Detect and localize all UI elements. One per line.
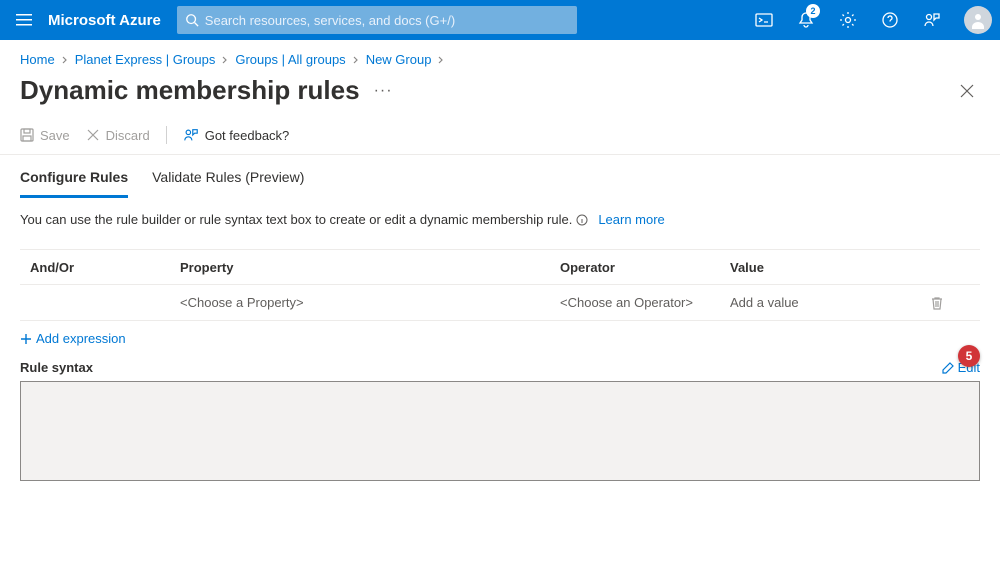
discard-button[interactable]: Discard [86,128,150,143]
chevron-right-icon [221,56,229,64]
description-row: You can use the rule builder or rule syn… [0,198,1000,233]
search-input[interactable] [205,13,569,28]
topbar: Microsoft Azure 2 [0,0,1000,40]
topbar-icon-group: 2 [744,0,992,40]
tab-validate-rules[interactable]: Validate Rules (Preview) [152,169,304,197]
table-row: <Choose a Property> <Choose an Operator>… [20,285,980,321]
save-button[interactable]: Save [20,128,70,143]
search-icon [185,13,199,27]
close-blade-button[interactable] [954,78,980,104]
close-icon [960,84,974,98]
notifications-button[interactable]: 2 [786,0,826,40]
breadcrumb-item-home[interactable]: Home [20,52,55,67]
operator-dropdown[interactable]: <Choose an Operator> [560,295,730,310]
feedback-link[interactable]: Got feedback? [183,127,290,143]
annotation-badge: 5 [958,345,980,367]
chevron-right-icon [61,56,69,64]
page-header: Dynamic membership rules ··· [0,71,1000,118]
learn-more-link[interactable]: Learn more [598,212,664,227]
value-input[interactable]: Add a value [730,295,930,310]
command-separator [166,126,167,144]
rule-builder-table: And/Or Property Operator Value <Choose a… [20,249,980,321]
plus-icon [20,333,32,345]
person-feedback-icon [923,11,941,29]
notification-badge: 2 [806,4,820,18]
th-value: Value [730,260,930,275]
rule-syntax-header: Rule syntax Edit [0,356,1000,379]
tab-configure-rules[interactable]: Configure Rules [20,169,128,198]
tabs: Configure Rules Validate Rules (Preview) [0,155,1000,198]
th-andor: And/Or [30,260,180,275]
page-title: Dynamic membership rules [20,75,360,106]
description-text: You can use the rule builder or rule syn… [20,212,572,227]
breadcrumb-item-planet-express[interactable]: Planet Express | Groups [75,52,216,67]
th-property: Property [180,260,560,275]
save-label: Save [40,128,70,143]
settings-button[interactable] [828,0,868,40]
delete-row-button[interactable] [930,296,970,310]
rule-syntax-title: Rule syntax [20,360,942,375]
cloud-shell-button[interactable] [744,0,784,40]
user-avatar[interactable] [964,6,992,34]
discard-icon [86,128,100,142]
rule-syntax-textarea[interactable] [20,381,980,481]
trash-icon [930,296,944,310]
help-icon [881,11,899,29]
feedback-label: Got feedback? [205,128,290,143]
avatar-icon [969,11,987,29]
breadcrumb-item-new-group[interactable]: New Group [366,52,432,67]
gear-icon [839,11,857,29]
command-bar: Save Discard Got feedback? [0,118,1000,155]
save-icon [20,128,34,142]
add-expression-label: Add expression [36,331,126,346]
help-button[interactable] [870,0,910,40]
hamburger-icon [16,12,32,28]
discard-label: Discard [106,128,150,143]
info-icon[interactable] [576,214,588,226]
more-actions-button[interactable]: ··· [374,82,393,100]
table-header-row: And/Or Property Operator Value [20,249,980,285]
property-dropdown[interactable]: <Choose a Property> [180,295,560,310]
cloud-shell-icon [755,11,773,29]
chevron-right-icon [352,56,360,64]
add-expression-button[interactable]: Add expression [0,321,146,356]
person-feedback-icon [183,127,199,143]
feedback-button[interactable] [912,0,952,40]
brand-label[interactable]: Microsoft Azure [40,12,177,29]
breadcrumb-item-groups[interactable]: Groups | All groups [235,52,345,67]
breadcrumb: Home Planet Express | Groups Groups | Al… [0,40,1000,71]
hamburger-menu[interactable] [8,4,40,36]
global-search[interactable] [177,6,577,34]
edit-icon [942,362,954,374]
th-operator: Operator [560,260,730,275]
chevron-right-icon [437,56,445,64]
